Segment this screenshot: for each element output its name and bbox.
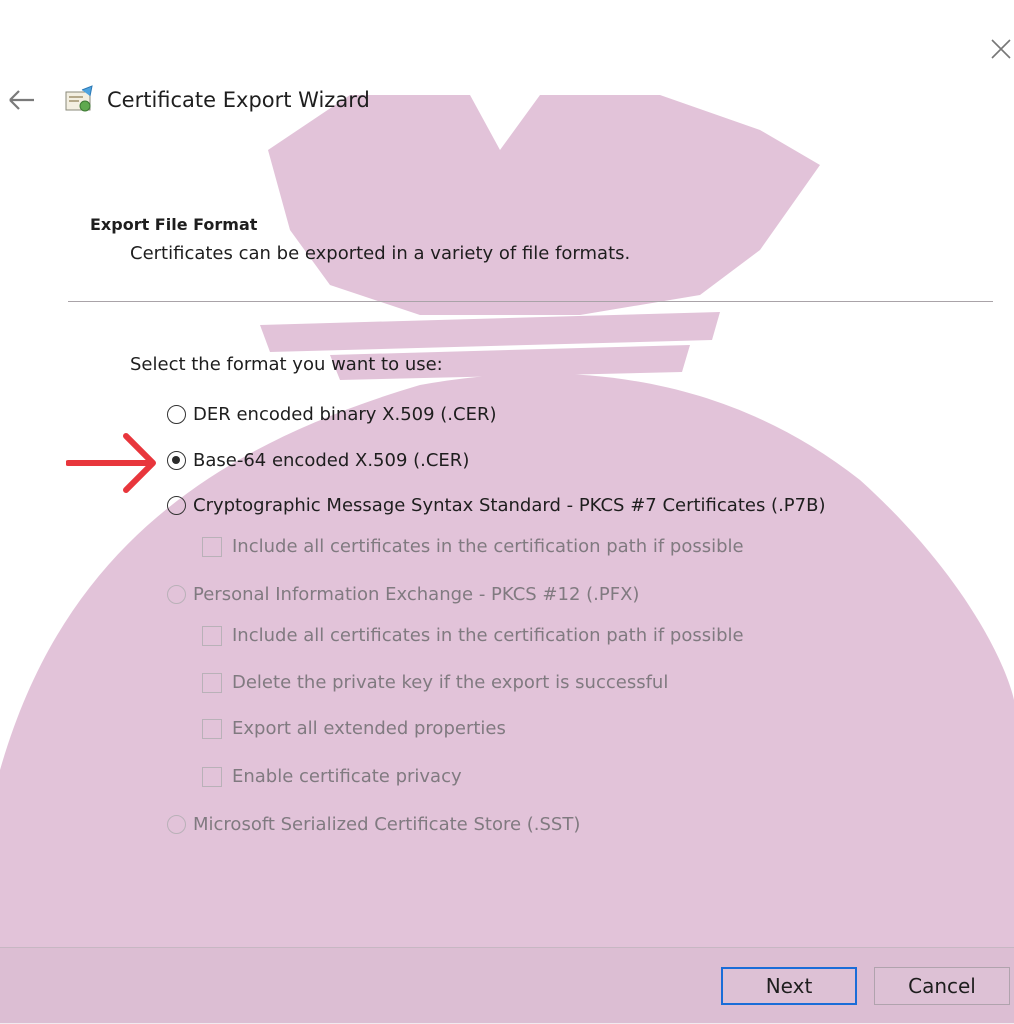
checkbox-label: Include all certificates in the certific… <box>232 625 744 646</box>
radio-button-selected[interactable] <box>167 451 186 470</box>
checkbox[interactable] <box>202 766 222 787</box>
radio-label: Cryptographic Message Syntax Standard - … <box>193 495 826 516</box>
checkbox-label: Include all certificates in the certific… <box>232 536 744 557</box>
checkbox-pfx-include[interactable]: Include all certificates in the certific… <box>202 625 744 646</box>
radio-button[interactable] <box>167 496 186 515</box>
checkbox[interactable] <box>202 536 222 557</box>
annotation-arrow-icon <box>66 433 156 493</box>
footer-bar <box>0 947 1014 1024</box>
radio-button[interactable] <box>167 405 186 424</box>
radio-button[interactable] <box>167 815 186 834</box>
radio-label: Personal Information Exchange - PKCS #12… <box>193 584 640 605</box>
next-button[interactable]: Next <box>721 967 857 1005</box>
divider <box>68 301 993 302</box>
radio-label: DER encoded binary X.509 (.CER) <box>193 404 497 425</box>
close-button[interactable] <box>986 34 1014 64</box>
back-button[interactable] <box>6 86 38 114</box>
checkbox-label: Delete the private key if the export is … <box>232 672 669 693</box>
radio-der[interactable]: DER encoded binary X.509 (.CER) <box>167 404 497 425</box>
radio-pfx[interactable]: Personal Information Exchange - PKCS #12… <box>167 584 639 605</box>
certificate-icon <box>62 84 98 120</box>
radio-pkcs7[interactable]: Cryptographic Message Syntax Standard - … <box>167 495 825 516</box>
radio-sst[interactable]: Microsoft Serialized Certificate Store (… <box>167 814 580 835</box>
cancel-button[interactable]: Cancel <box>874 967 1010 1005</box>
section-title: Export File Format <box>90 215 258 234</box>
checkbox-pfx-export-props[interactable]: Export all extended properties <box>202 718 506 739</box>
close-icon <box>991 39 1011 59</box>
radio-label: Base-64 encoded X.509 (.CER) <box>193 450 470 471</box>
radio-base64[interactable]: Base-64 encoded X.509 (.CER) <box>167 450 469 471</box>
radio-label: Microsoft Serialized Certificate Store (… <box>193 814 581 835</box>
checkbox[interactable] <box>202 672 222 693</box>
section-description: Certificates can be exported in a variet… <box>130 243 631 264</box>
checkbox[interactable] <box>202 625 222 646</box>
checkbox-label: Enable certificate privacy <box>232 766 462 787</box>
format-prompt: Select the format you want to use: <box>130 354 443 375</box>
checkbox[interactable] <box>202 718 222 739</box>
wizard-title: Certificate Export Wizard <box>107 88 370 112</box>
checkbox-pfx-delete-key[interactable]: Delete the private key if the export is … <box>202 672 668 693</box>
checkbox-label: Export all extended properties <box>232 718 506 739</box>
checkbox-pkcs7-include[interactable]: Include all certificates in the certific… <box>202 536 744 557</box>
back-arrow-icon <box>9 90 34 110</box>
radio-button[interactable] <box>167 585 186 604</box>
checkbox-pfx-privacy[interactable]: Enable certificate privacy <box>202 766 462 787</box>
